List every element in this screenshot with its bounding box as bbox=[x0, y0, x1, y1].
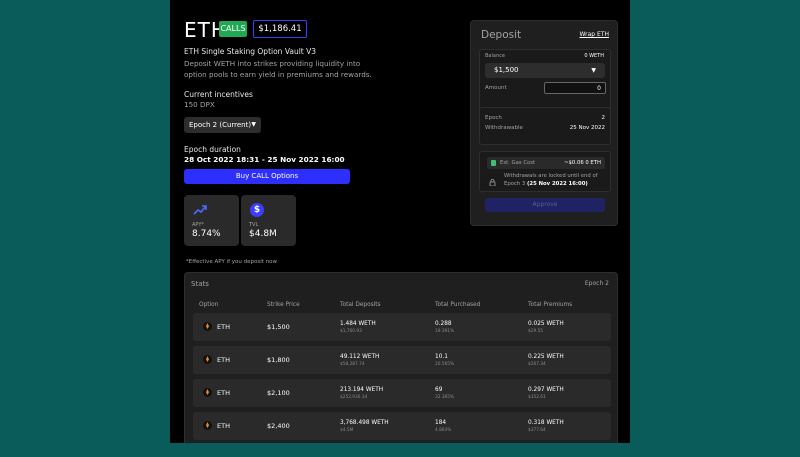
gas-cost-value: ~$0.06 0 ETH bbox=[564, 160, 601, 166]
purchased-cell: 69 bbox=[435, 387, 443, 393]
approve-button[interactable]: Approve bbox=[485, 198, 605, 212]
purchased-pct-cell: 19.391% bbox=[435, 329, 455, 334]
gas-cost-row: Est. Gas Cost ~$0.06 0 ETH bbox=[487, 157, 605, 169]
lock-icon bbox=[489, 179, 496, 186]
gas-cost-label: Est. Gas Cost bbox=[500, 160, 536, 166]
eth-icon bbox=[203, 421, 212, 430]
balance-value: 0 WETH bbox=[584, 53, 604, 59]
column-header: Total Premiums bbox=[528, 302, 573, 308]
epoch-dropdown[interactable]: Epoch 2 (Current) ▼ bbox=[184, 117, 261, 133]
deposits-cell: 49.112 WETH bbox=[340, 354, 380, 360]
purchased-pct-cell: 4.883% bbox=[435, 428, 452, 433]
vault-page: ETH CALLS $1,186.41 ETH Single Staking O… bbox=[170, 0, 630, 443]
epoch-label: Epoch bbox=[485, 115, 502, 121]
column-header: Total Purchased bbox=[435, 302, 481, 308]
premiums-usd-cell: $267.34 bbox=[528, 362, 546, 367]
premiums-cell: 0.225 WETH bbox=[528, 354, 564, 360]
vault-name: ETH Single Staking Option Vault V3 bbox=[184, 47, 317, 56]
column-header: Total Deposits bbox=[340, 302, 381, 308]
eth-icon bbox=[203, 322, 212, 331]
deposits-cell: 213.194 WETH bbox=[340, 387, 384, 393]
deposits-cell: 3,768.498 WETH bbox=[340, 420, 389, 426]
chevron-down-icon: ▼ bbox=[251, 121, 256, 128]
stats-title: Stats bbox=[191, 280, 209, 288]
tvl-value: $4.8M bbox=[249, 229, 277, 239]
purchased-cell: 184 bbox=[435, 420, 447, 426]
premiums-usd-cell: $377.64 bbox=[528, 428, 546, 433]
deposits-usd-cell: $58,287.74 bbox=[340, 362, 365, 367]
stats-panel: Stats Epoch 2 Option Strike Price Total … bbox=[184, 272, 618, 443]
dollar-icon: $ bbox=[250, 203, 264, 217]
strike-cell: $2,100 bbox=[267, 389, 290, 397]
apy-label: APY* bbox=[192, 222, 204, 228]
calls-badge: CALLS bbox=[219, 21, 247, 37]
withdrawable-value: 25 Nov 2022 bbox=[569, 125, 605, 131]
apy-card: APY* 8.74% bbox=[184, 195, 239, 246]
deposits-usd-cell: $4.5M bbox=[340, 428, 354, 433]
strike-cell: $2,400 bbox=[267, 422, 290, 430]
option-cell: ETH bbox=[217, 389, 230, 397]
tvl-label: TVL bbox=[249, 222, 259, 228]
duration-value: 28 Oct 2022 18:31 - 25 Nov 2022 16:00 bbox=[184, 155, 345, 164]
lock-notice-date: (25 Nov 2022 16:00) bbox=[526, 181, 588, 187]
premiums-usd-cell: $29.55 bbox=[528, 329, 544, 334]
deposit-title: Deposit bbox=[481, 29, 522, 41]
epoch-value: 2 bbox=[601, 115, 606, 121]
lock-notice: Withdrawals are locked until end of Epoc… bbox=[504, 172, 608, 188]
withdrawable-label: Withdrawable bbox=[485, 125, 523, 131]
table-row: ETH $2,100 213.194 WETH $252,936.34 69 3… bbox=[193, 379, 611, 407]
column-header: Option bbox=[199, 302, 219, 308]
incentives-value: 150 DPX bbox=[184, 100, 215, 109]
chevron-down-icon: ▼ bbox=[591, 67, 596, 74]
deposits-cell: 1.484 WETH bbox=[340, 321, 376, 327]
deposit-panel: Deposit Wrap ETH Balance 0 WETH $1,500 ▼… bbox=[470, 20, 618, 226]
deposits-usd-cell: $1,760.93 bbox=[340, 329, 362, 334]
option-cell: ETH bbox=[217, 422, 230, 430]
premiums-cell: 0.025 WETH bbox=[528, 321, 564, 327]
option-cell: ETH bbox=[217, 356, 230, 364]
price-badge: $1,186.41 bbox=[253, 20, 307, 38]
eth-icon bbox=[203, 355, 212, 364]
incentives-label: Current incentives bbox=[184, 90, 253, 99]
wrap-eth-link[interactable]: Wrap ETH bbox=[580, 31, 610, 38]
gas-pump-icon bbox=[491, 160, 496, 166]
buy-options-button[interactable]: Buy CALL Options bbox=[184, 169, 350, 184]
purchased-cell: 0.288 bbox=[435, 321, 452, 327]
deposits-usd-cell: $252,936.34 bbox=[340, 395, 368, 400]
balance-label: Balance bbox=[485, 53, 505, 59]
table-row: ETH $1,500 1.484 WETH $1,760.93 0.288 19… bbox=[193, 313, 611, 341]
tvl-card: $ TVL $4.8M bbox=[241, 195, 296, 246]
premiums-cell: 0.297 WETH bbox=[528, 387, 564, 393]
strike-cell: $1,500 bbox=[267, 323, 290, 331]
table-row: ETH $1,800 49.112 WETH $58,287.74 10.1 2… bbox=[193, 346, 611, 374]
trend-up-icon bbox=[193, 205, 207, 215]
table-row: ETH $2,400 3,768.498 WETH $4.5M 184 4.88… bbox=[193, 412, 611, 440]
vault-description: Deposit WETH into strikes providing liqu… bbox=[184, 59, 372, 79]
purchased-cell: 10.1 bbox=[435, 354, 448, 360]
epoch-info: Epoch 2 Withdrawable 25 Nov 2022 bbox=[479, 107, 611, 145]
strike-dropdown-label: $1,500 bbox=[494, 66, 519, 74]
stats-epoch: Epoch 2 bbox=[584, 280, 609, 287]
strike-cell: $1,800 bbox=[267, 356, 290, 364]
purchased-pct-cell: 32.365% bbox=[435, 395, 455, 400]
eth-icon bbox=[203, 388, 212, 397]
gas-info: Est. Gas Cost ~$0.06 0 ETH Withdrawals a… bbox=[479, 151, 611, 192]
amount-label: Amount bbox=[485, 85, 507, 91]
duration-label: Epoch duration bbox=[184, 145, 241, 154]
amount-input[interactable] bbox=[544, 82, 606, 94]
column-header: Strike Price bbox=[267, 302, 300, 308]
epoch-dropdown-label: Epoch 2 (Current) bbox=[189, 121, 252, 129]
apy-footnote: *Effective APY if you deposit now bbox=[186, 259, 278, 265]
strike-dropdown[interactable]: $1,500 ▼ bbox=[485, 63, 605, 78]
premiums-usd-cell: $352.61 bbox=[528, 395, 546, 400]
premiums-cell: 0.318 WETH bbox=[528, 420, 564, 426]
purchased-pct-cell: 20.565% bbox=[435, 362, 455, 367]
option-cell: ETH bbox=[217, 323, 230, 331]
apy-value: 8.74% bbox=[192, 229, 221, 239]
